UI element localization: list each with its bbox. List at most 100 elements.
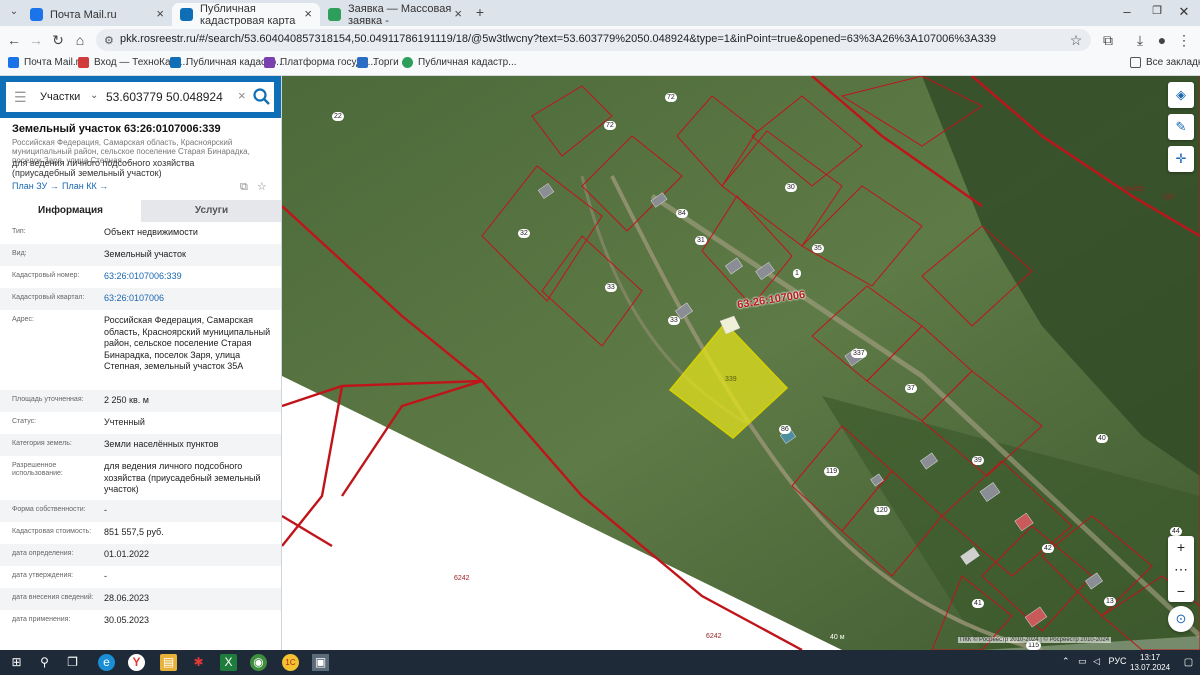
prop-row-date-determined: дата определения: 01.01.2022 bbox=[0, 544, 281, 566]
zoom-out-button[interactable]: − bbox=[1168, 580, 1194, 602]
compass-icon[interactable]: ⊙ bbox=[1168, 606, 1194, 632]
network-icon[interactable]: ▭ bbox=[1078, 656, 1087, 666]
prop-row-date-applied: дата применения: 30.05.2023 bbox=[12, 615, 150, 625]
plan-kk-link[interactable]: План КК → bbox=[62, 181, 108, 191]
tab-mail[interactable]: Почта Mail.ru × bbox=[22, 3, 172, 26]
layers-button[interactable]: ◈ bbox=[1168, 82, 1194, 108]
search-mode-select[interactable]: Участки bbox=[40, 91, 80, 103]
info-panel: ☰ Участки ⌄ 53.603779 50.048924 × Земель… bbox=[0, 76, 282, 650]
hamburger-icon[interactable]: ☰ bbox=[14, 89, 27, 106]
system-clock[interactable]: 13:17 13.07.2024 bbox=[1130, 653, 1170, 673]
downloads-icon[interactable]: ⤓ bbox=[1130, 30, 1150, 50]
clear-icon[interactable]: × bbox=[238, 88, 246, 103]
parcel-label: 41 bbox=[972, 599, 984, 608]
locate-button[interactable]: ✛ bbox=[1168, 146, 1194, 172]
prop-row-date-approved: дата утверждения: - bbox=[12, 571, 107, 581]
app-window-icon[interactable]: ▣ bbox=[312, 654, 329, 671]
parcel-label: 86 bbox=[779, 425, 791, 434]
tab-title: Публичная кадастровая карта bbox=[200, 2, 296, 27]
edge-browser-icon[interactable]: e bbox=[98, 654, 115, 671]
close-icon[interactable]: × bbox=[454, 6, 462, 21]
prop-row-status: Статус: Учтенный bbox=[12, 417, 145, 427]
site-info-icon[interactable]: ⚙ bbox=[104, 34, 114, 47]
window-close-button[interactable]: ✕ bbox=[1172, 4, 1196, 20]
bookmark-star-icon[interactable]: ☆ bbox=[1066, 30, 1086, 50]
profile-icon[interactable]: ● bbox=[1152, 30, 1172, 50]
parcel-label: 40 bbox=[1096, 434, 1108, 443]
quarter-link[interactable]: 63:26:0107006 bbox=[104, 293, 274, 305]
tab-cadastral-map[interactable]: Публичная кадастровая карта × bbox=[172, 2, 320, 27]
clipboard-icon[interactable]: ⧉ bbox=[240, 181, 248, 193]
bookmark-mail[interactable]: Почта Mail.ru bbox=[8, 57, 85, 68]
task-view-icon[interactable]: ❐ bbox=[64, 654, 81, 671]
plan-zu-link[interactable]: План ЗУ → bbox=[12, 181, 59, 191]
home-button[interactable]: ⌂ bbox=[70, 30, 90, 50]
file-explorer-icon[interactable]: ▤ bbox=[160, 654, 177, 671]
1c-icon[interactable]: 1С bbox=[282, 654, 299, 671]
bookmark-auctions[interactable]: Торги bbox=[357, 57, 399, 68]
tab-request[interactable]: Заявка — Массовая заявка - × bbox=[320, 3, 470, 27]
search-icon[interactable]: ⚲ bbox=[36, 654, 53, 671]
yandex-browser-icon[interactable]: Y bbox=[128, 654, 145, 671]
prop-row-cadastral-value: Кадастровая стоимость: 851 557,5 руб. bbox=[12, 527, 164, 537]
start-windows-icon[interactable]: ⊞ bbox=[8, 654, 25, 671]
close-icon[interactable]: × bbox=[304, 6, 312, 21]
parcel-label: 22 bbox=[332, 112, 344, 121]
bookmark-cadastral-2[interactable]: Публичная кадастр... bbox=[402, 57, 517, 68]
app-icon[interactable]: ✱ bbox=[190, 654, 207, 671]
search-input[interactable]: 53.603779 50.048924 bbox=[106, 90, 223, 104]
parcel-label: 119 bbox=[824, 467, 840, 476]
rosreestr-favicon-icon bbox=[180, 8, 193, 21]
tab-services[interactable]: Услуги bbox=[141, 200, 281, 222]
volume-icon[interactable]: ◁ bbox=[1093, 656, 1100, 666]
prop-row-address: Адрес: Российская Федерация, Самарская о… bbox=[12, 315, 271, 371]
system-tray: ⌃ ▭ ◁ РУС bbox=[1062, 656, 1127, 667]
parcel-label: 32 bbox=[518, 229, 530, 238]
mail-icon bbox=[8, 57, 19, 68]
panel-tabs: Информация Услуги bbox=[0, 200, 281, 222]
notifications-icon[interactable]: ▢ bbox=[1180, 654, 1197, 671]
tab-title: Почта Mail.ru bbox=[50, 8, 117, 21]
technokad-icon bbox=[78, 57, 89, 68]
cadastral-number-link[interactable]: 63:26:0107006:339 bbox=[104, 271, 274, 283]
parcel-label: 39 bbox=[972, 456, 984, 465]
object-tools: ⧉ ☆ bbox=[240, 180, 267, 194]
prop-row-area: Площадь уточненная: 2 250 кв. м bbox=[0, 390, 281, 412]
all-bookmarks[interactable]: Все закладки bbox=[1130, 57, 1200, 68]
excel-icon[interactable]: X bbox=[220, 654, 237, 671]
prop-row-kind: Вид: Земельный участок bbox=[0, 244, 281, 266]
prop-row-quarter: Кадастровый квартал: 63:26:0107006 bbox=[0, 288, 281, 310]
zoom-in-button[interactable]: + bbox=[1168, 536, 1194, 558]
reload-button[interactable]: ↻ bbox=[48, 30, 68, 50]
back-button[interactable]: ← bbox=[4, 30, 24, 50]
new-tab-button[interactable]: + bbox=[470, 2, 490, 22]
map-canvas[interactable] bbox=[282, 76, 1200, 650]
tab-search-icon[interactable]: ⌄ bbox=[4, 2, 24, 22]
search-box: ☰ Участки ⌄ 53.603779 50.048924 × bbox=[6, 82, 274, 112]
parcel-label: 72 bbox=[604, 121, 616, 130]
selected-parcel-label: 339 bbox=[725, 376, 737, 383]
parcel-label: 120 bbox=[874, 506, 890, 515]
search-icon[interactable] bbox=[252, 87, 272, 107]
forward-button[interactable]: → bbox=[26, 30, 46, 50]
parcel-label: 264/20 bbox=[1122, 186, 1144, 193]
language-indicator[interactable]: РУС bbox=[1109, 656, 1127, 666]
maximize-button[interactable]: ❐ bbox=[1145, 4, 1169, 17]
windows-taskbar: ⊞ ⚲ ❐ e Y ▤ ✱ X ◉ 1С ▣ ⌃ ▭ ◁ РУС 13:17 1… bbox=[0, 650, 1200, 675]
address-bar[interactable]: ⚙ pkk.rosreestr.ru/#/search/53.604040857… bbox=[96, 29, 1091, 51]
tab-information[interactable]: Информация bbox=[0, 200, 141, 222]
zoom-more-button[interactable]: ⋯ bbox=[1168, 558, 1194, 580]
map-view[interactable]: 72 72 30 84 31 32 33 33 35 1 337 37 86 1… bbox=[282, 76, 1200, 650]
chrome-icon[interactable]: ◉ bbox=[250, 654, 267, 671]
bookmarks-bar: Почта Mail.ru Вход — ТехноКад-... Публич… bbox=[0, 54, 1200, 76]
extensions-icon[interactable]: ⧉ bbox=[1098, 30, 1118, 50]
prop-row-land-category: Категория земель: Земли населённых пункт… bbox=[0, 434, 281, 456]
menu-icon[interactable]: ⋮ bbox=[1174, 30, 1194, 50]
parcel-label: 13 bbox=[1104, 597, 1116, 606]
chevron-down-icon[interactable]: ⌄ bbox=[90, 90, 98, 101]
tray-chevron-icon[interactable]: ⌃ bbox=[1062, 656, 1070, 666]
measure-ruler-button[interactable]: ✎ bbox=[1168, 114, 1194, 140]
close-icon[interactable]: × bbox=[156, 6, 164, 21]
favorite-star-icon[interactable]: ☆ bbox=[257, 181, 267, 193]
minimize-button[interactable]: – bbox=[1115, 4, 1139, 19]
